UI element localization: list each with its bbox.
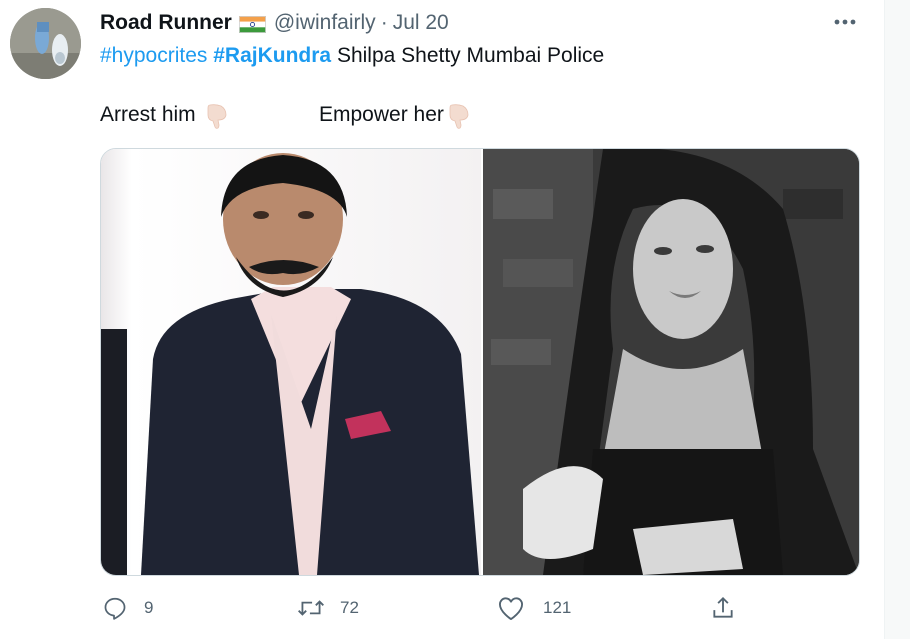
tweet-date[interactable]: Jul 20 xyxy=(393,11,449,35)
header-separator: · xyxy=(380,11,388,34)
author-display-name[interactable]: Road Runner xyxy=(100,11,232,35)
tweet-card[interactable]: Road Runner @iwinfairly · Jul 20 #hypocr… xyxy=(0,0,910,639)
hashtag-link[interactable]: #hypocrites xyxy=(100,44,207,67)
media-photo-left[interactable] xyxy=(101,149,481,575)
pointing-down-icon xyxy=(204,101,230,129)
tweet-text: #hypocrites #RajKundra Shilpa Shetty Mum… xyxy=(100,42,604,70)
caption-right: Empower her xyxy=(319,101,472,129)
hashtag-link[interactable]: #RajKundra xyxy=(213,44,331,67)
caption-left: Arrest him xyxy=(100,101,230,129)
caption-right-text: Empower her xyxy=(319,103,444,126)
more-options-button[interactable] xyxy=(830,9,860,35)
avatar[interactable] xyxy=(10,8,81,79)
more-dots-icon xyxy=(834,19,856,25)
column-divider xyxy=(884,0,910,639)
tweet-header: Road Runner @iwinfairly · Jul 20 xyxy=(100,9,449,37)
reply-icon xyxy=(104,597,126,620)
india-flag-icon xyxy=(238,15,266,33)
media-photo-right[interactable] xyxy=(483,149,859,575)
reply-count: 9 xyxy=(144,598,154,617)
like-count: 121 xyxy=(543,598,572,617)
tweet-actions: 9 72 121 xyxy=(100,592,860,624)
retweet-icon xyxy=(298,600,324,616)
reply-button[interactable]: 9 xyxy=(102,592,153,624)
retweet-count: 72 xyxy=(340,598,359,617)
caption-left-text: Arrest him xyxy=(100,103,196,126)
heart-icon xyxy=(498,597,524,621)
retweet-button[interactable]: 72 xyxy=(296,592,359,624)
share-icon xyxy=(713,596,733,618)
tweet-media[interactable] xyxy=(100,148,860,576)
tweet-body-text: Shilpa Shetty Mumbai Police xyxy=(336,44,605,67)
like-button[interactable]: 121 xyxy=(497,592,571,624)
pointing-down-icon xyxy=(446,101,472,129)
author-handle[interactable]: @iwinfairly xyxy=(274,11,376,35)
share-button[interactable] xyxy=(710,592,736,624)
